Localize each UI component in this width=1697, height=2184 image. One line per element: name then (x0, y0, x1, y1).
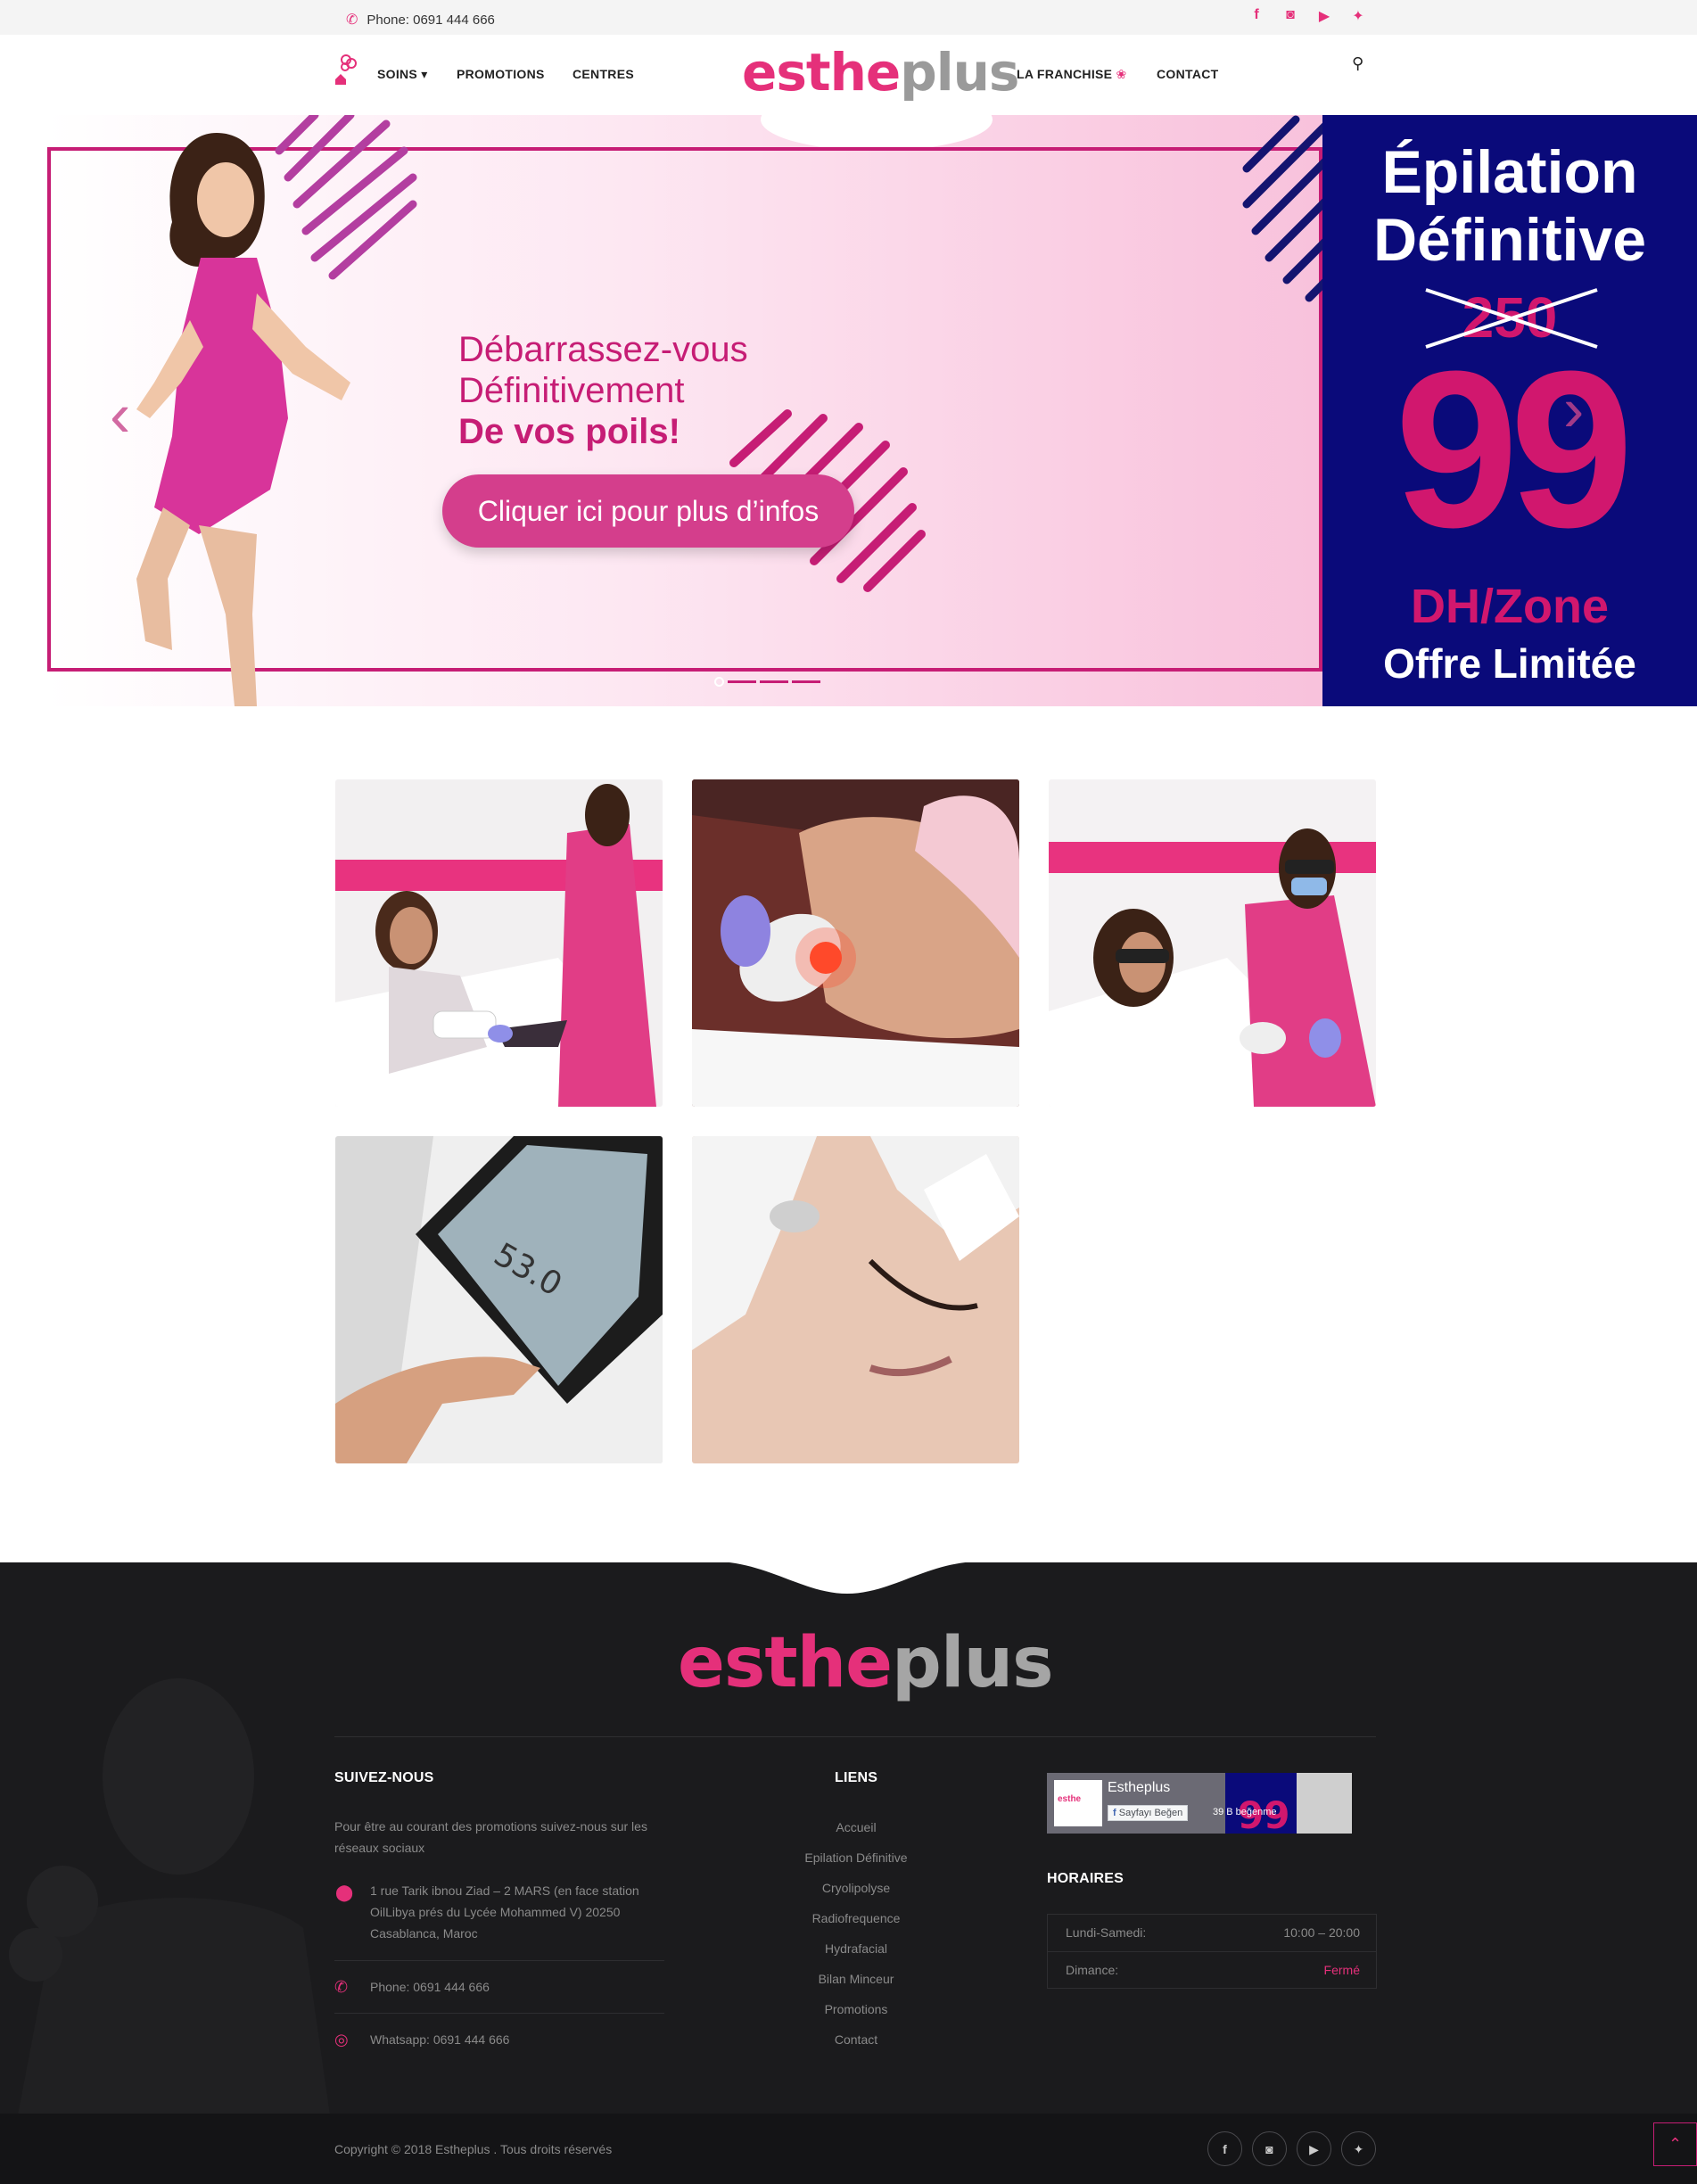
hours-row: Dimance: Fermé (1066, 1963, 1360, 1977)
footer-phone[interactable]: Phone: 0691 444 666 (370, 1976, 490, 1998)
footer-top-curve (713, 1562, 981, 1594)
slider-next-arrow[interactable]: › (1563, 374, 1584, 445)
location-icon: ⬤ (335, 1883, 354, 1901)
hours-row: Lundi-Samedi: 10:00 – 20:00 (1066, 1925, 1360, 1940)
site-logo[interactable]: estheplus (742, 42, 1019, 103)
instagram-icon[interactable]: ◙ (1282, 7, 1298, 25)
gallery-image-scale[interactable]: 53.0 (335, 1136, 663, 1463)
fb-like-button[interactable]: f Sayfayı Beğen (1108, 1805, 1189, 1821)
gallery-image-laser[interactable] (1049, 779, 1376, 1107)
promo-price: 99 (1394, 325, 1634, 573)
footer-link[interactable]: Radiofrequence (767, 1903, 945, 1933)
footer-separator (334, 2013, 664, 2014)
twitter-icon[interactable]: ✦ (1341, 2131, 1376, 2166)
hero-line-3: De vos poils! (458, 412, 680, 451)
nav-franchise[interactable]: LA FRANCHISE ❀ (1017, 67, 1127, 82)
footer-link[interactable]: Hydrafacial (767, 1933, 945, 1964)
fb-like-count: 39 B beğenme (1213, 1807, 1277, 1817)
copyright-text: Copyright © 2018 Estheplus . Tous droits… (334, 2142, 613, 2156)
youtube-icon[interactable]: ▶ (1316, 7, 1332, 25)
slider-pagination (714, 677, 820, 687)
footer-follow-title: SUIVEZ-NOUS (334, 1770, 434, 1785)
footer-separator (334, 1960, 664, 1961)
main-header: SOINS ▾ PROMOTIONS CENTRES estheplus LA … (0, 35, 1697, 115)
slider-dot-active[interactable] (714, 677, 724, 687)
facebook-page-widget[interactable]: 99 esthe Estheplus f Sayfayı Beğen 39 B … (1047, 1773, 1352, 1834)
phone-icon: ✆ (346, 12, 358, 28)
home-icon[interactable] (334, 51, 362, 87)
footer-logo[interactable]: estheplus (678, 1623, 1054, 1703)
gallery-image-facial[interactable] (692, 1136, 1019, 1463)
topbar-phone[interactable]: ✆ Phone: 0691 444 666 (346, 11, 495, 29)
hero-headline: Débarrassez-vous Définitivement De vos p… (458, 329, 748, 452)
facebook-icon[interactable]: f (1248, 7, 1265, 25)
copyright-bar: Copyright © 2018 Estheplus . Tous droits… (0, 2114, 1697, 2184)
opening-hours: Lundi-Samedi: 10:00 – 20:00 Dimance: Fermé (1047, 1914, 1377, 1989)
top-bar: ✆ Phone: 0691 444 666 f ◙ ▶ ✦ (0, 0, 1697, 35)
paw-icon: ❀ (1116, 67, 1127, 81)
footer-follow-text: Pour être au courant des promotions suiv… (334, 1819, 647, 1855)
phone-icon: ✆ (334, 1978, 349, 1996)
hours-separator (1048, 1951, 1376, 1952)
footer-link[interactable]: Epilation Définitive (767, 1842, 945, 1873)
fb-page-name[interactable]: Estheplus (1108, 1780, 1170, 1796)
footer-woman-silhouette (9, 1678, 330, 2115)
footer-hours-title: HORAIRES (1047, 1871, 1124, 1886)
footer-link[interactable]: Promotions (767, 1994, 945, 2024)
topbar-phone-text: Phone: 0691 444 666 (367, 12, 495, 28)
facebook-icon[interactable]: f (1207, 2131, 1242, 2166)
nav-soins[interactable]: SOINS ▾ (377, 67, 428, 82)
hero-line-1: Débarrassez-vous (458, 330, 748, 369)
slider-dot[interactable] (760, 680, 788, 683)
facebook-icon: f (1113, 1808, 1116, 1818)
instagram-icon[interactable]: ◙ (1252, 2131, 1287, 2166)
footer-whatsapp[interactable]: Whatsapp: 0691 444 666 (370, 2029, 509, 2050)
hero-slider: Débarrassez-vous Définitivement De vos p… (47, 115, 1697, 706)
hero-line-2: Définitivement (458, 371, 685, 410)
site-footer: estheplus SUIVEZ-NOUS Pour être au coura… (0, 1562, 1697, 2115)
gallery-image-treatment[interactable] (335, 779, 663, 1107)
promo-unit: DH/Zone (1411, 580, 1609, 633)
hero-woman-image (136, 133, 350, 706)
twitter-icon[interactable]: ✦ (1350, 7, 1366, 25)
nav-promotions[interactable]: PROMOTIONS (457, 67, 545, 81)
footer-link[interactable]: Contact (767, 2024, 945, 2055)
slider-dot[interactable] (728, 680, 756, 683)
footer-links: Accueil Epilation Définitive Cryolipolys… (767, 1812, 945, 2055)
promo-title: Épilation Définitive (1372, 138, 1647, 274)
back-to-top-button[interactable]: ⌃ (1653, 2122, 1697, 2166)
footer-address: 1 rue Tarik ibnou Ziad – 2 MARS (en face… (370, 1883, 639, 1941)
slider-dot[interactable] (792, 680, 820, 683)
footer-link[interactable]: Accueil (767, 1812, 945, 1842)
footer-social: f ◙ ▶ ✦ (1207, 2131, 1376, 2166)
footer-links-title: LIENS (835, 1770, 878, 1785)
footer-link[interactable]: Bilan Minceur (767, 1964, 945, 1994)
gallery-image-radiofrequency[interactable] (692, 779, 1019, 1107)
search-icon[interactable]: ⚲ (1352, 54, 1363, 73)
nav-contact[interactable]: CONTACT (1157, 67, 1219, 81)
topbar-social: f ◙ ▶ ✦ (1248, 7, 1366, 25)
hero-top-curve (761, 115, 993, 151)
hero-cta-button[interactable]: Cliquer ici pour plus d’infos (442, 474, 854, 548)
nav-centres[interactable]: CENTRES (573, 67, 634, 81)
fb-page-logo: esthe (1058, 1794, 1082, 1804)
whatsapp-icon: ◎ (334, 2031, 349, 2048)
footer-link[interactable]: Cryolipolyse (767, 1873, 945, 1903)
footer-divider (334, 1736, 1376, 1737)
slider-prev-arrow[interactable]: ‹ (110, 379, 130, 450)
youtube-icon[interactable]: ▶ (1297, 2131, 1331, 2166)
promo-panel: Épilation Définitive 250 99 DH/Zone Offr… (1322, 115, 1697, 706)
promo-limited: Offre Limitée (1383, 640, 1636, 687)
